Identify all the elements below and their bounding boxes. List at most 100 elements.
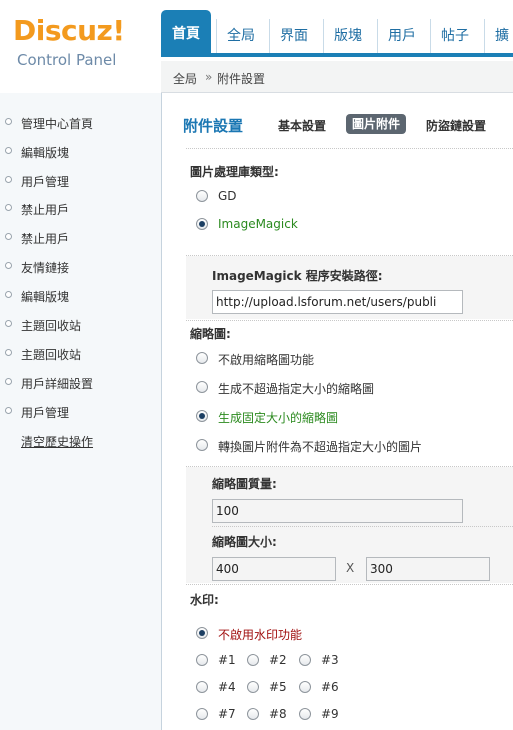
bullet-icon	[5, 320, 12, 327]
subtab-anti-leech-settings[interactable]: 防盜鏈設置	[426, 117, 486, 134]
option-label: 不啟用水印功能	[218, 628, 303, 642]
thumbnail-width-input[interactable]: 400	[212, 557, 336, 581]
sidebar-item-edit-forum[interactable]: 編輯版塊	[0, 144, 160, 166]
tab-interface[interactable]: 界面	[269, 19, 318, 53]
tab-posts[interactable]: 帖子	[430, 19, 479, 53]
logo-subtitle: Control Panel	[17, 51, 117, 69]
sidebar-item-edit-forum[interactable]: 編輯版塊	[0, 288, 160, 310]
clear-history-link[interactable]: 清空歷史操作	[0, 433, 160, 455]
radio-icon[interactable]	[299, 654, 311, 666]
radio-icon[interactable]	[299, 708, 311, 720]
radio-icon[interactable]	[196, 708, 208, 720]
radio-icon[interactable]	[196, 439, 208, 451]
option-label: #3	[321, 653, 339, 667]
image-lib-label: 圖片處理庫類型:	[190, 165, 279, 179]
option-label: #9	[321, 707, 339, 721]
sidebar-item-friend-links[interactable]: 友情鏈接	[0, 259, 160, 281]
tab-users[interactable]: 用戶	[377, 19, 426, 53]
sidebar-item-label: 友情鏈接	[21, 261, 70, 275]
option-label: 轉換圖片附件為不超過指定大小的圖片	[218, 440, 423, 454]
subtab-image-attachment[interactable]: 圖片附件	[346, 114, 407, 134]
sidebar-item-label: 禁止用戶	[21, 203, 70, 217]
bullet-icon	[5, 349, 12, 356]
option-label: #6	[321, 680, 339, 694]
breadcrumb-separator: »	[205, 70, 213, 84]
option-label: ImageMagick	[218, 217, 298, 231]
tab-extensions[interactable]: 擴	[484, 19, 513, 53]
divider	[186, 584, 513, 585]
sidebar-item-user-manage[interactable]: 用戶管理	[0, 173, 160, 195]
option-label: #2	[269, 653, 287, 667]
page-title: 附件設置	[183, 117, 244, 135]
sidebar-item-recycle-bin[interactable]: 主題回收站	[0, 346, 160, 368]
radio-icon[interactable]	[196, 654, 208, 666]
sidebar: 管理中心首頁 編輯版塊 用戶管理 禁止用戶 禁止用戶 友情鏈接 編輯版塊 主題回…	[0, 93, 162, 730]
breadcrumb-root[interactable]: 全局	[173, 70, 197, 87]
sidebar-item-user-detail-settings[interactable]: 用戶詳細設置	[0, 375, 160, 397]
radio-selected-icon[interactable]	[196, 218, 208, 230]
radio-icon[interactable]	[247, 654, 259, 666]
bullet-icon	[5, 291, 12, 298]
radio-icon[interactable]	[247, 708, 259, 720]
logo-title: Discuz!	[13, 14, 125, 47]
bullet-icon	[5, 204, 12, 211]
sidebar-item-recycle-bin[interactable]: 主題回收站	[0, 317, 160, 339]
bullet-icon	[5, 233, 12, 240]
thumbnail-height-input[interactable]: 300	[366, 557, 490, 581]
radio-selected-icon[interactable]	[196, 410, 208, 422]
radio-icon[interactable]	[299, 681, 311, 693]
radio-icon[interactable]	[247, 681, 259, 693]
sidebar-item-label: 用戶管理	[21, 406, 70, 420]
thumbnail-size-label: 縮略圖大小:	[212, 535, 277, 549]
sidebar-item-label: 禁止用戶	[21, 232, 70, 246]
option-label: 不啟用縮略圖功能	[218, 353, 315, 367]
thumbnail-quality-input[interactable]: 100	[212, 499, 463, 523]
option-label: #5	[269, 680, 287, 694]
sidebar-item-user-manage[interactable]: 用戶管理	[0, 404, 160, 426]
imagemagick-path-input[interactable]: http://upload.lsforum.net/users/publi	[212, 290, 463, 314]
sidebar-item-label: 編輯版塊	[21, 146, 70, 160]
divider	[186, 320, 513, 321]
sidebar-item-label: 用戶詳細設置	[21, 377, 94, 391]
main-content: 附件設置 基本設置 圖片附件 防盜鏈設置 圖片處理庫類型: GD ImageMa…	[163, 93, 513, 730]
sidebar-item-ban-user[interactable]: 禁止用戶	[0, 230, 160, 252]
thumbnail-quality-label: 縮略圖質量:	[212, 477, 277, 491]
breadcrumb-current: 附件設置	[217, 72, 266, 86]
sidebar-item-label: 編輯版塊	[21, 290, 70, 304]
radio-icon[interactable]	[196, 352, 208, 364]
tab-forums[interactable]: 版塊	[323, 19, 372, 53]
sidebar-item-ban-user[interactable]: 禁止用戶	[0, 201, 160, 223]
option-label: #7	[218, 707, 236, 721]
option-label: GD	[218, 189, 237, 203]
tab-home[interactable]: 首頁	[161, 10, 211, 53]
top-nav: 首頁 全局 界面 版塊 用戶 帖子 擴	[161, 0, 513, 57]
clear-history-label: 清空歷史操作	[21, 435, 94, 449]
watermark-label: 水印:	[190, 593, 219, 607]
bullet-icon	[5, 262, 12, 269]
thumbnail-label: 縮略圖:	[190, 327, 231, 341]
tab-global[interactable]: 全局	[216, 19, 265, 53]
subtab-basic-settings[interactable]: 基本設置	[278, 117, 326, 134]
option-label: 生成固定大小的縮略圖	[218, 411, 339, 425]
imagemagick-path-label: ImageMagick 程序安裝路徑:	[212, 269, 383, 283]
radio-selected-icon[interactable]	[196, 627, 208, 639]
logo-area: Discuz! Control Panel	[0, 0, 161, 93]
size-separator: X	[346, 561, 355, 575]
option-label: 生成不超過指定大小的縮略圖	[218, 382, 375, 396]
option-label: #1	[218, 653, 236, 667]
breadcrumb: 全局 » 附件設置	[161, 61, 513, 93]
radio-icon[interactable]	[196, 381, 208, 393]
option-label: #8	[269, 707, 287, 721]
bullet-icon	[5, 118, 12, 125]
sidebar-item-admin-home[interactable]: 管理中心首頁	[0, 115, 160, 137]
radio-icon[interactable]	[196, 190, 208, 202]
sidebar-item-label: 主題回收站	[21, 348, 82, 362]
bullet-icon	[5, 176, 12, 183]
bullet-icon	[5, 147, 12, 154]
option-label: #4	[218, 680, 236, 694]
sidebar-item-label: 管理中心首頁	[21, 117, 94, 131]
divider	[212, 526, 513, 527]
divider	[186, 148, 513, 149]
sidebar-item-label: 主題回收站	[21, 319, 82, 333]
radio-icon[interactable]	[196, 681, 208, 693]
